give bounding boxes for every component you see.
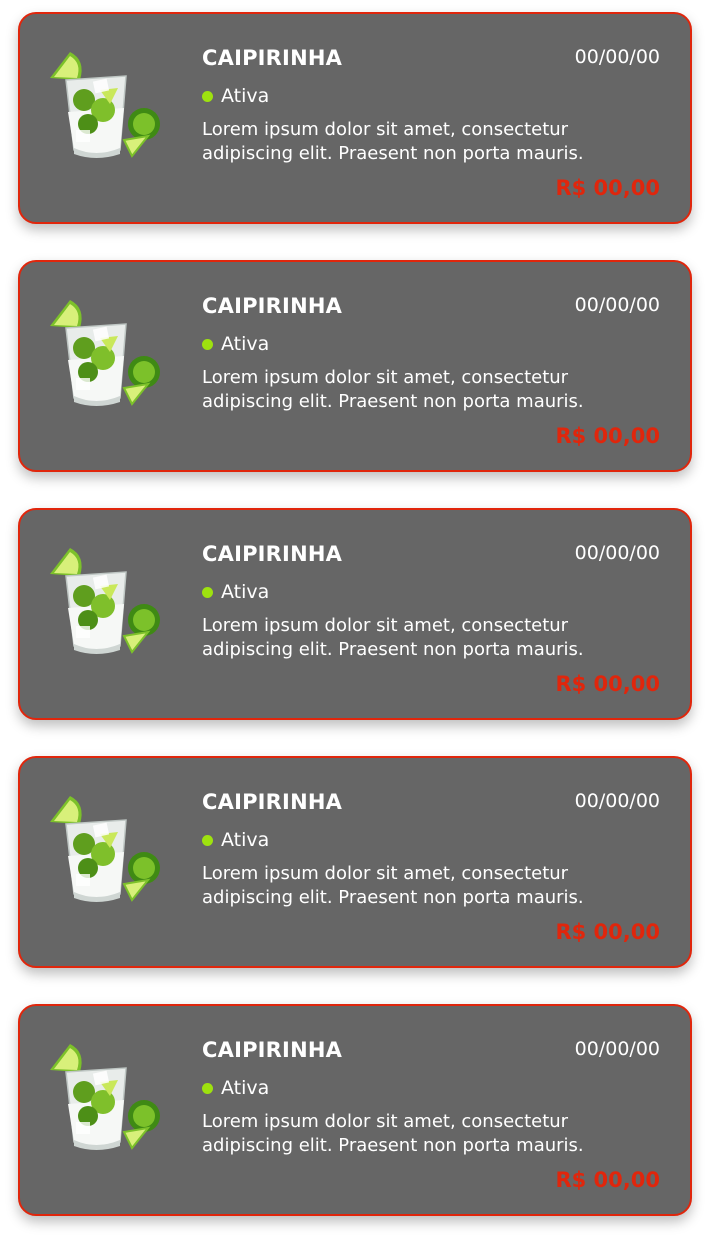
drink-price: R$ 00,00: [555, 672, 660, 696]
caipirinha-drink-icon: [50, 300, 160, 406]
order-card[interactable]: CAIPIRINHA 00/00/00 Ativa Lorem ipsum do…: [18, 12, 692, 224]
order-card[interactable]: CAIPIRINHA 00/00/00 Ativa Lorem ipsum do…: [18, 260, 692, 472]
order-date: 00/00/00: [574, 1038, 660, 1060]
status-dot-icon: [202, 834, 213, 846]
caipirinha-drink-icon: [50, 1044, 160, 1150]
status-badge: Ativa: [202, 85, 269, 107]
status-badge: Ativa: [202, 581, 269, 603]
status-label: Ativa: [221, 85, 270, 107]
drink-title: CAIPIRINHA: [202, 790, 343, 814]
caipirinha-drink-icon: [50, 52, 160, 158]
status-dot-icon: [202, 586, 213, 598]
drink-price: R$ 00,00: [555, 424, 660, 448]
status-label: Ativa: [221, 581, 270, 603]
drink-title: CAIPIRINHA: [202, 46, 343, 70]
drink-description: Lorem ipsum dolor sit amet, consectetur …: [202, 119, 584, 164]
drink-title: CAIPIRINHA: [202, 542, 343, 566]
drink-description: Lorem ipsum dolor sit amet, consectetur …: [202, 615, 584, 660]
status-label: Ativa: [221, 829, 270, 851]
drink-title: CAIPIRINHA: [202, 1038, 343, 1062]
order-card[interactable]: CAIPIRINHA 00/00/00 Ativa Lorem ipsum do…: [18, 1004, 692, 1216]
status-label: Ativa: [221, 333, 270, 355]
drink-price: R$ 00,00: [555, 1168, 660, 1192]
drink-description: Lorem ipsum dolor sit amet, consectetur …: [202, 367, 584, 412]
status-dot-icon: [202, 1082, 213, 1094]
status-badge: Ativa: [202, 333, 269, 355]
status-label: Ativa: [221, 1077, 270, 1099]
drink-price: R$ 00,00: [555, 176, 660, 200]
order-date: 00/00/00: [574, 294, 660, 316]
order-list: CAIPIRINHA 00/00/00 Ativa Lorem ipsum do…: [18, 12, 692, 1252]
order-date: 00/00/00: [574, 46, 660, 68]
status-badge: Ativa: [202, 829, 269, 851]
drink-description: Lorem ipsum dolor sit amet, consectetur …: [202, 1111, 584, 1156]
order-card[interactable]: CAIPIRINHA 00/00/00 Ativa Lorem ipsum do…: [18, 756, 692, 968]
status-dot-icon: [202, 338, 213, 350]
order-card[interactable]: CAIPIRINHA 00/00/00 Ativa Lorem ipsum do…: [18, 508, 692, 720]
drink-title: CAIPIRINHA: [202, 294, 343, 318]
drink-description: Lorem ipsum dolor sit amet, consectetur …: [202, 863, 584, 908]
caipirinha-drink-icon: [50, 796, 160, 902]
order-date: 00/00/00: [574, 790, 660, 812]
caipirinha-drink-icon: [50, 548, 160, 654]
status-dot-icon: [202, 90, 213, 102]
order-date: 00/00/00: [574, 542, 660, 564]
drink-price: R$ 00,00: [555, 920, 660, 944]
status-badge: Ativa: [202, 1077, 269, 1099]
